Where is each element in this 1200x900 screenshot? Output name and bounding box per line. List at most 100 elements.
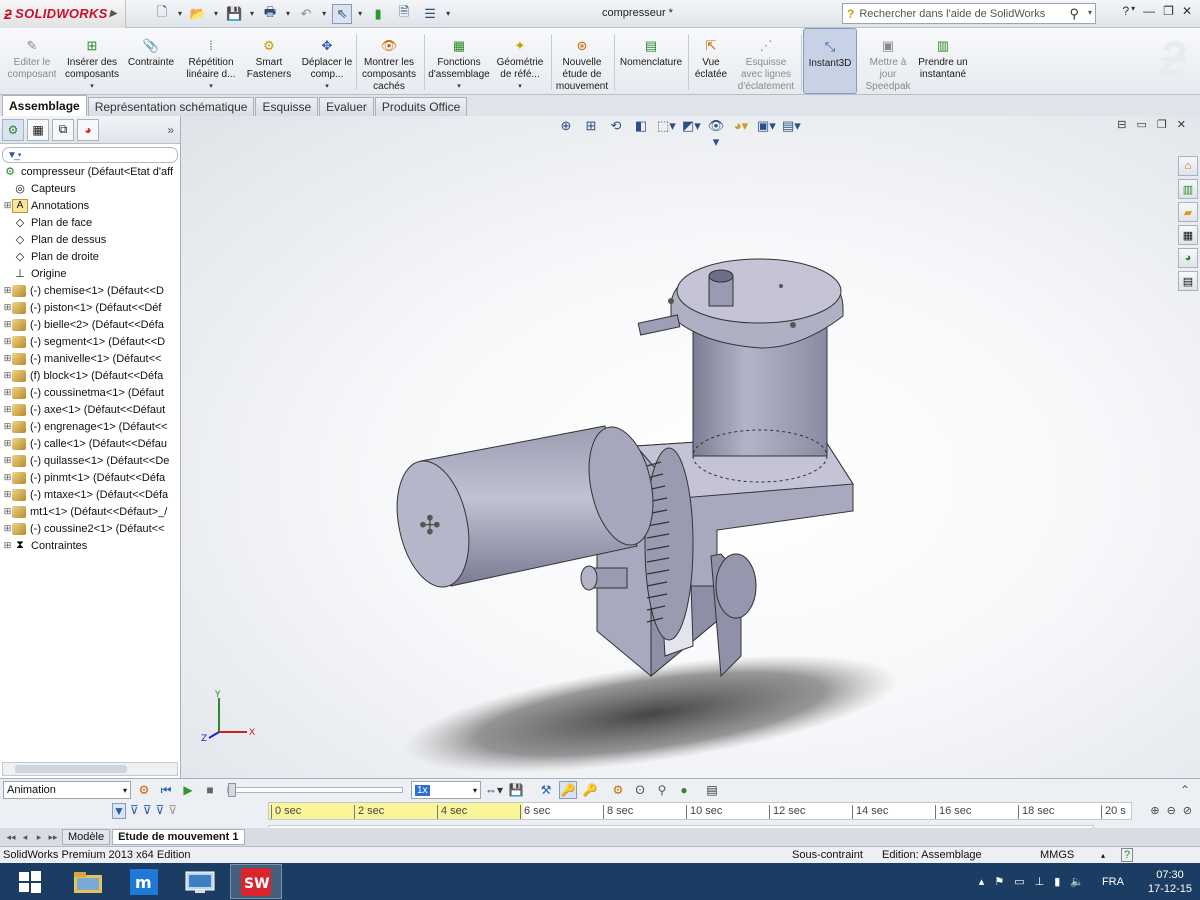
gravity-icon[interactable]: ● [675, 781, 693, 799]
save-icon[interactable]: 💾 [224, 4, 244, 24]
tree-item[interactable]: ⊞ (-) segment<1> (Défaut<<D [0, 333, 180, 350]
help-icon[interactable]: ? [1122, 4, 1129, 18]
dropdown-arrow-icon[interactable]: ▾ [209, 81, 213, 93]
tab-last-icon[interactable]: ▸▸ [46, 832, 60, 843]
undo-icon[interactable]: ↶ [296, 4, 316, 24]
cmd-smart-fasteners-button[interactable]: ⚙ Smart Fasteners [243, 28, 295, 94]
cmd-linear-pattern-button[interactable]: ⁞ Répétition linéaire d... ▾ [182, 28, 240, 94]
tree-item[interactable]: ⊞ mt1<1> (Défaut<<Défaut>_/ [0, 503, 180, 520]
tree-item[interactable]: ⊥ Origine [0, 265, 180, 282]
save-animation-icon[interactable]: 💾 [507, 781, 525, 799]
zoom-in-icon[interactable]: ⊕ [1150, 804, 1159, 817]
tab-2[interactable]: Esquisse [255, 97, 319, 116]
expand-icon[interactable]: ⊞ [3, 540, 12, 551]
contact-icon[interactable]: ⚲ [653, 781, 671, 799]
collapse-panel-icon[interactable]: ⌃ [1176, 781, 1194, 799]
monitor-icon[interactable]: ▭ [1014, 875, 1024, 888]
graphics-area[interactable]: ⊕ ⊞ ⟲ ◧ ⬚▾ ◩▾ 👁▾ ◕▾ ▣▾ ▤▾ ⊟ ▭ ❐ ✕ ⌂ ▥ ▰ … [181, 116, 1200, 778]
tree-item[interactable]: ⊞ (-) quilasse<1> (Défaut<<De [0, 452, 180, 469]
print-icon[interactable]: 🖶 [260, 4, 280, 24]
status-units[interactable]: MMGS [1040, 849, 1074, 861]
tree-item[interactable]: ⊞ ⧗ Contraintes [0, 537, 180, 554]
configuration-manager-tab-icon[interactable]: ⧉ [52, 118, 74, 141]
timeline[interactable]: 0 sec 2 sec 4 sec 6 sec 8 sec 10 sec 12 sec 14 … [268, 802, 1132, 820]
cmd-speedpak-button[interactable]: ▣ Mettre à jour Speedpak [863, 28, 913, 94]
tree-item[interactable]: ◎ Capteurs [0, 180, 180, 197]
expand-icon[interactable]: ⊞ [3, 285, 12, 296]
cmd-snapshot-button[interactable]: ▥ Prendre un instantané [917, 28, 969, 94]
minimize-icon[interactable]: — [1143, 4, 1155, 18]
tree-item[interactable]: ◇ Plan de droite [0, 248, 180, 265]
expand-icon[interactable]: ⊞ [3, 387, 12, 398]
motor-icon[interactable]: ⚙ [609, 781, 627, 799]
expand-icon[interactable]: ⊞ [3, 438, 12, 449]
tab-first-icon[interactable]: ◂◂ [4, 832, 18, 843]
network-icon[interactable]: ⊥ [1035, 875, 1045, 888]
open-dropdown-icon[interactable]: ▾ [214, 9, 218, 18]
cmd-instant3d-button[interactable]: ⤡ Instant3D [803, 28, 857, 94]
display-manager-tab-icon[interactable]: ◕ [77, 118, 99, 141]
autokey-icon[interactable]: 🔑 [559, 781, 577, 799]
panel-horizontal-scrollbar[interactable] [2, 762, 178, 776]
close-icon[interactable]: ✕ [1182, 4, 1192, 18]
open-folder-icon[interactable]: 📂 [188, 4, 208, 24]
rebuild-traffic-light-icon[interactable]: ▮ [368, 4, 388, 24]
new-document-icon[interactable]: 🗋 [152, 4, 172, 24]
help-dropdown-icon[interactable]: ▾ [1131, 4, 1135, 18]
expand-panel-icon[interactable]: » [167, 123, 174, 137]
search-dropdown-icon[interactable]: ▾ [1088, 8, 1092, 17]
tree-item[interactable]: ⊞ (-) coussine2<1> (Défaut<< [0, 520, 180, 537]
quilasse-head-part[interactable] [637, 258, 844, 349]
expand-icon[interactable]: ⊞ [3, 302, 12, 313]
tab-4[interactable]: Produits Office [374, 97, 468, 116]
compressor-assembly-model[interactable]: ✣ [181, 116, 1200, 778]
dropdown-arrow-icon[interactable]: ▾ [325, 81, 329, 93]
cmd-bom-button[interactable]: ▤ Nomenclature [618, 28, 684, 94]
playback-mode-icon[interactable]: ⇔▾ [485, 781, 503, 799]
new-dropdown-icon[interactable]: ▾ [178, 9, 182, 18]
undo-dropdown-icon[interactable]: ▾ [322, 9, 326, 18]
tree-filter-input[interactable]: ▼̲ ▾ [2, 147, 178, 163]
store-taskbar-icon[interactable]: m [118, 864, 170, 899]
expand-icon[interactable]: ⊞ [3, 421, 12, 432]
tab-next-icon[interactable]: ▸ [32, 832, 46, 843]
desktop-taskbar-icon[interactable] [174, 864, 226, 899]
play-from-start-icon[interactable]: ⏮ [157, 781, 175, 799]
expand-icon[interactable]: ⊞ [3, 489, 12, 500]
zoom-out-icon[interactable]: ⊖ [1167, 804, 1176, 817]
tree-item[interactable]: ⊞ (-) engrenage<1> (Défaut<< [0, 418, 180, 435]
select-dropdown-icon[interactable]: ▾ [358, 9, 362, 18]
expand-icon[interactable]: ⊞ [3, 336, 12, 347]
filter-dropdown-icon[interactable]: ▾ [18, 151, 22, 159]
animation-wizard-icon[interactable]: ⚒ [537, 781, 555, 799]
expand-icon[interactable]: ⊞ [3, 353, 12, 364]
volume-icon[interactable]: 🔈 [1070, 875, 1084, 888]
study-type-select[interactable]: Animation ▾ [3, 781, 131, 799]
dropdown-arrow-icon[interactable]: ▾ [90, 81, 94, 93]
battery-icon[interactable]: ▮ [1054, 875, 1060, 888]
clock[interactable]: 07:30 17-12-15 [1148, 868, 1192, 896]
solidworks-logo[interactable]: ƻ SOLIDWORKS ▶ [0, 0, 126, 28]
tree-item[interactable]: ⊞ (-) pinmt<1> (Défaut<<Défa [0, 469, 180, 486]
property-manager-tab-icon[interactable]: ▦ [27, 118, 49, 141]
tree-item[interactable]: ⊞ (-) chemise<1> (Défaut<<D [0, 282, 180, 299]
tree-item[interactable]: ⊞ (-) manivelle<1> (Défaut<< [0, 350, 180, 367]
filter-animated-icon[interactable]: ▼ [112, 803, 126, 819]
tree-item[interactable]: ⊞ (-) coussinetma<1> (Défaut [0, 384, 180, 401]
file-properties-icon[interactable]: 🗎 [394, 4, 414, 24]
expand-icon[interactable]: ⊞ [3, 404, 12, 415]
expand-icon[interactable]: ⊞ [3, 506, 12, 517]
engrenage-gear-part[interactable] [644, 447, 694, 641]
tree-root[interactable]: ⚙ compresseur (Défaut<Etat d'aff [0, 163, 180, 180]
menu-arrow-icon[interactable]: ▶ [110, 8, 118, 19]
cmd-new-motion-study-button[interactable]: ⊛ Nouvelle étude de mouvement [554, 28, 610, 94]
calculate-icon[interactable]: ⚙ [135, 781, 153, 799]
cmd-explode-line-sketch-button[interactable]: ⋰ Esquisse avec lignes d'éclatement [735, 28, 797, 94]
tree-item[interactable]: ⊞ (-) bielle<2> (Défaut<<Défa [0, 316, 180, 333]
expand-icon[interactable]: ⊞ [3, 370, 12, 381]
select-cursor-icon[interactable]: ⇖ [332, 3, 353, 24]
filter-driving-icon[interactable]: ⊽ [130, 803, 139, 819]
file-explorer-taskbar-icon[interactable] [62, 864, 114, 899]
cmd-assembly-features-button[interactable]: ▦ Fonctions d'assemblage ▾ [428, 28, 490, 94]
tree-item[interactable]: ⊞ (-) calle<1> (Défaut<<Défau [0, 435, 180, 452]
